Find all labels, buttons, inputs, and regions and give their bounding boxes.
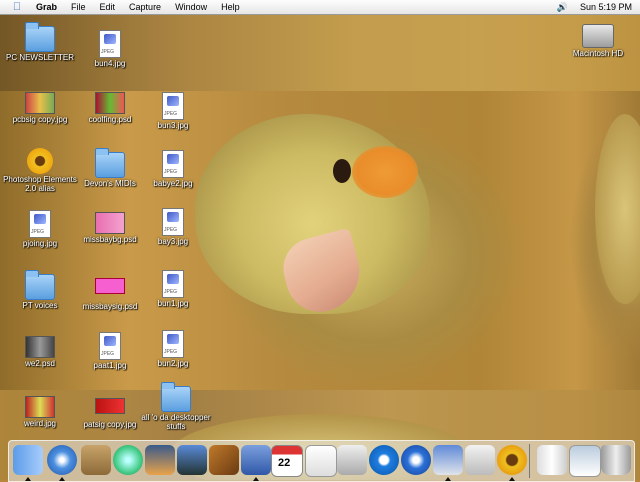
icon-label: all 'o da desktopper stuffs: [141, 413, 211, 431]
icon-label: bun4.jpg: [94, 59, 126, 68]
icon-desktopper-stuffs[interactable]: all 'o da desktopper stuffs: [136, 382, 216, 431]
pictures-icon[interactable]: [537, 445, 567, 475]
image-thumbnail-icon: [95, 92, 125, 114]
image-thumbnail-icon: [95, 278, 125, 294]
running-indicator: [59, 477, 65, 481]
ical-date: 22: [278, 457, 291, 469]
image-thumbnail-icon: [25, 92, 55, 114]
icon-label: pjoing.jpg: [22, 239, 58, 248]
icon-label: we2.psd: [25, 359, 55, 368]
icon-bay3[interactable]: bay3.jpg: [133, 208, 213, 246]
hard-drive-icon: [582, 24, 614, 48]
cockatiel-eye: [333, 159, 351, 183]
preview-icon[interactable]: [433, 445, 463, 475]
quicktime-icon[interactable]: [369, 445, 399, 475]
itunes-icon[interactable]: [113, 445, 143, 475]
internet-explorer-icon[interactable]: [401, 445, 431, 475]
folder-icon: [161, 382, 191, 412]
jpeg-document-icon: [162, 330, 184, 358]
menu-capture[interactable]: Capture: [122, 0, 168, 14]
address-book-icon[interactable]: [81, 445, 111, 475]
grab-icon[interactable]: [241, 445, 271, 475]
icon-photoshop-alias[interactable]: Photoshop Elements 2.0 alias: [0, 148, 80, 193]
icon-label: babye2.jpg: [153, 179, 193, 188]
photoshop-elements-icon[interactable]: [497, 445, 527, 475]
icon-we2[interactable]: we2.psd: [0, 336, 80, 368]
imovie-icon[interactable]: [177, 445, 207, 475]
menu-bar:  Grab File Edit Capture Window Help 🔊 S…: [0, 0, 640, 15]
trash-icon[interactable]: [601, 445, 631, 475]
icon-pt-voices[interactable]: PT voices: [0, 270, 80, 310]
menu-help[interactable]: Help: [214, 0, 247, 14]
image-thumbnail-icon: [25, 336, 55, 358]
icon-weird[interactable]: weird.jpg: [0, 396, 80, 428]
jpeg-document-icon: [162, 208, 184, 236]
icon-bun1[interactable]: bun1.jpg: [133, 270, 213, 308]
running-indicator: [509, 477, 515, 481]
icon-label: weird.jpg: [23, 419, 56, 428]
icon-label: Macintosh HD: [572, 49, 624, 58]
icon-label: bun3.jpg: [157, 121, 189, 130]
menu-edit[interactable]: Edit: [93, 0, 123, 14]
menu-file[interactable]: File: [64, 0, 93, 14]
iphoto-icon[interactable]: [145, 445, 175, 475]
dock-separator: [529, 444, 530, 478]
cockatiel-cheek-patch: [352, 146, 418, 198]
icon-macintosh-hd[interactable]: Macintosh HD: [558, 24, 638, 58]
icon-label: bay3.jpg: [157, 237, 189, 246]
menu-window[interactable]: Window: [168, 0, 214, 14]
safari-icon[interactable]: [47, 445, 77, 475]
apple-menu-icon[interactable]: : [11, 0, 23, 14]
ical-icon[interactable]: 22: [271, 445, 303, 477]
sunflower-icon: [27, 148, 53, 174]
icon-pjoing[interactable]: pjoing.jpg: [0, 210, 80, 248]
running-indicator: [445, 477, 451, 481]
icon-babye2[interactable]: babye2.jpg: [133, 150, 213, 188]
running-indicator: [253, 477, 259, 481]
textedit-icon[interactable]: [305, 445, 337, 477]
jpeg-document-icon: [29, 210, 51, 238]
icon-pc-newsletter[interactable]: PC NEWSLETTER: [0, 22, 80, 62]
icon-label: bun1.jpg: [157, 299, 189, 308]
icon-pcbsig[interactable]: pcbsig copy.jpg: [0, 92, 80, 124]
jpeg-document-icon: [99, 332, 121, 360]
image-thumbnail-icon: [25, 396, 55, 418]
dock: 22: [8, 440, 635, 482]
apple-icon[interactable]: [337, 445, 367, 475]
folder-icon: [25, 22, 55, 52]
window-icon[interactable]: [569, 445, 601, 477]
image-thumbnail-icon: [95, 398, 125, 414]
folder-icon: [25, 270, 55, 300]
icon-bun2[interactable]: bun2.jpg: [133, 330, 213, 368]
running-indicator: [25, 477, 31, 481]
jpeg-document-icon: [99, 30, 121, 58]
image-thumbnail-icon: [95, 212, 125, 234]
jpeg-document-icon: [162, 150, 184, 178]
jpeg-document-icon: [162, 270, 184, 298]
menubar-clock[interactable]: Sun 5:19 PM: [580, 0, 632, 14]
volume-icon[interactable]: 🔊: [557, 0, 568, 14]
menu-app-name[interactable]: Grab: [29, 0, 64, 14]
terminal-icon[interactable]: [465, 445, 495, 475]
jpeg-document-icon: [162, 92, 184, 120]
icon-label: PC NEWSLETTER: [5, 53, 74, 62]
icon-bun3[interactable]: bun3.jpg: [133, 92, 213, 130]
icon-label: Photoshop Elements 2.0 alias: [3, 175, 77, 193]
folder-icon: [95, 148, 125, 178]
icon-bun4[interactable]: bun4.jpg: [70, 30, 150, 68]
icon-label: pcbsig copy.jpg: [12, 115, 68, 124]
garageband-icon[interactable]: [209, 445, 239, 475]
finder-icon[interactable]: [13, 445, 43, 475]
icon-label: bun2.jpg: [157, 359, 189, 368]
icon-label: PT voices: [22, 301, 58, 310]
